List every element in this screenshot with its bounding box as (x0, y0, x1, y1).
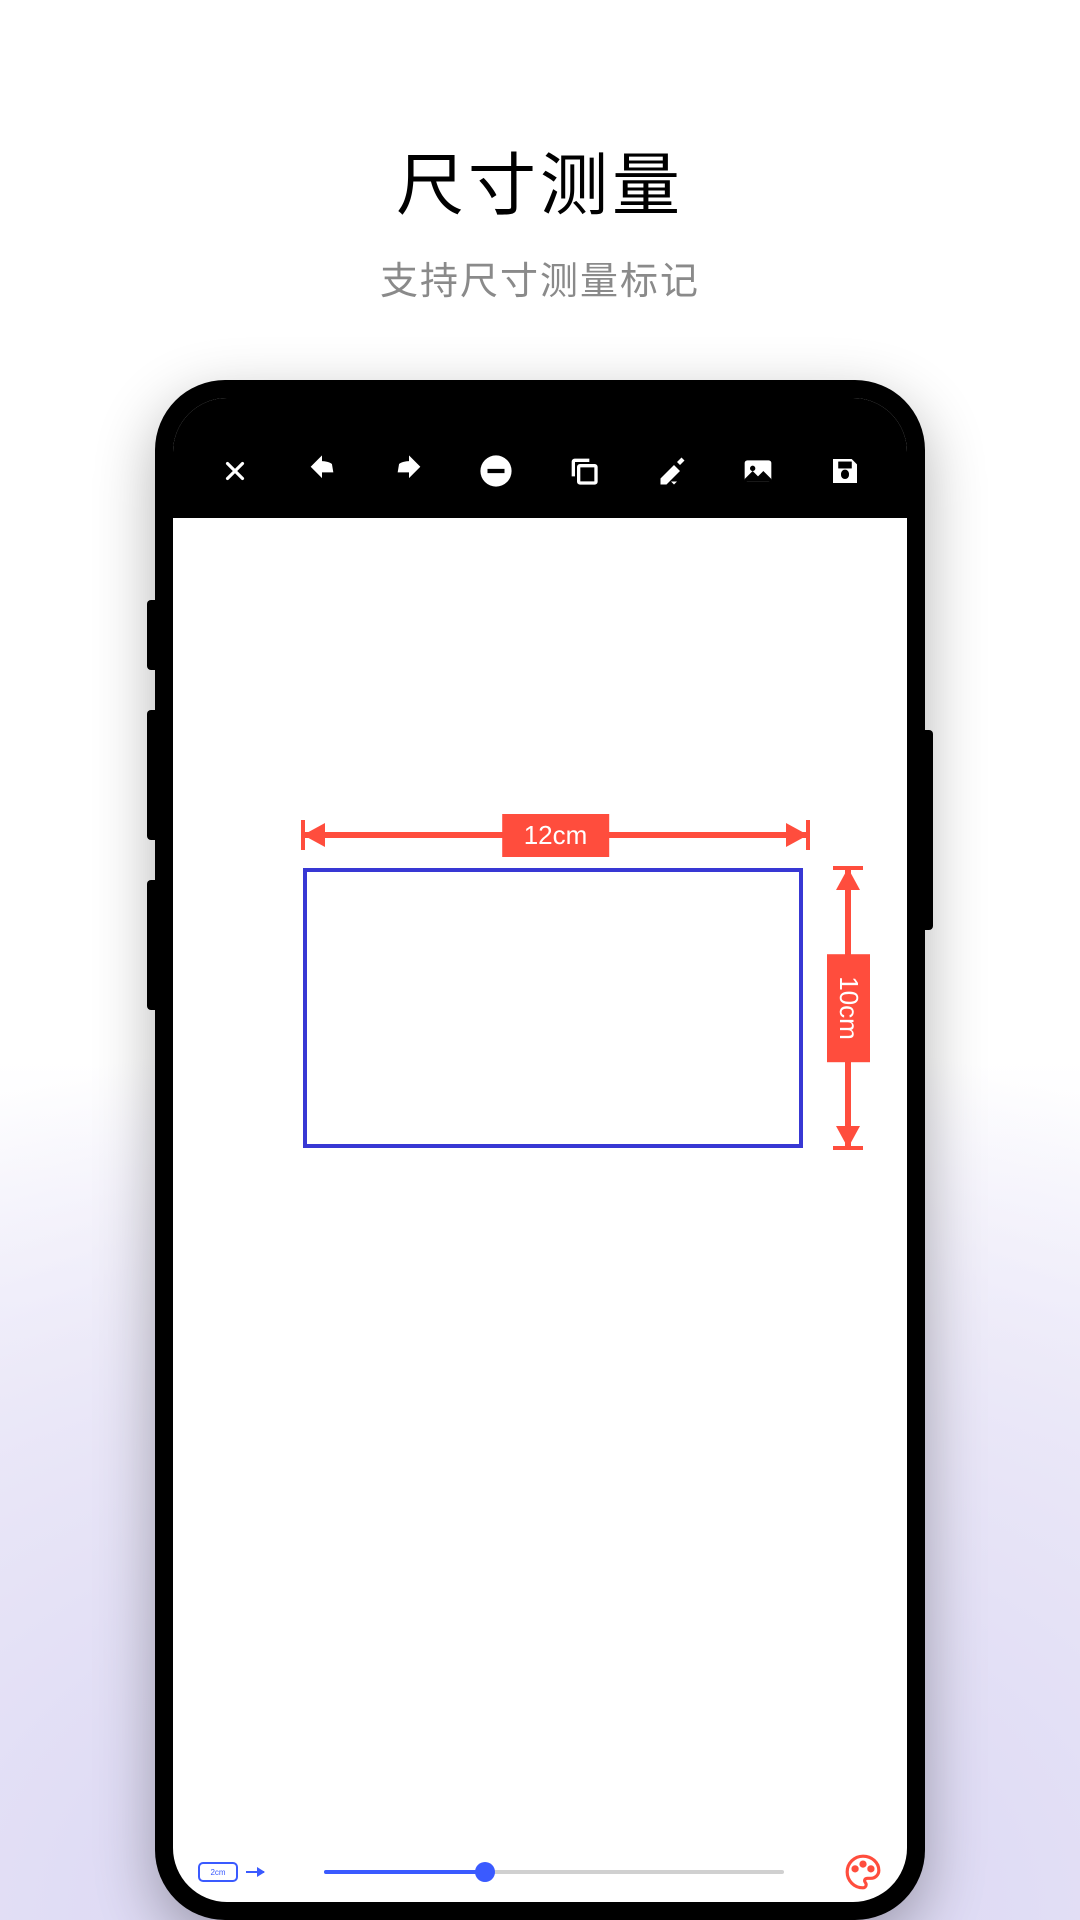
height-measurement-label[interactable]: 10cm (827, 954, 870, 1062)
save-icon[interactable] (826, 452, 864, 490)
color-palette-icon[interactable] (844, 1853, 882, 1891)
page-title: 尺寸测量 (0, 130, 1080, 229)
page-subtitle: 支持尺寸测量标记 (0, 250, 1080, 305)
image-icon[interactable] (739, 452, 777, 490)
vertical-dimension[interactable]: 10cm (833, 868, 863, 1148)
close-icon[interactable] (216, 452, 254, 490)
phone-physical-button (147, 710, 155, 840)
dimension-cap (833, 1146, 863, 1150)
slider-fill (324, 1870, 485, 1874)
arrow-right-icon (246, 1871, 264, 1873)
measured-rectangle[interactable] (303, 868, 803, 1148)
copy-icon[interactable] (565, 452, 603, 490)
redo-icon[interactable] (390, 452, 428, 490)
phone-physical-button (147, 600, 155, 670)
arrow-left-icon (303, 823, 325, 847)
minus-circle-icon[interactable] (477, 452, 515, 490)
dimension-cap (806, 820, 810, 850)
brush-clear-icon[interactable] (652, 452, 690, 490)
measure-tool-chip[interactable]: 2cm (198, 1862, 238, 1882)
arrow-up-icon (836, 868, 860, 890)
phone-screen: 12cm 10cm 2cm (173, 398, 907, 1902)
arrow-right-icon (786, 823, 808, 847)
horizontal-dimension[interactable]: 12cm (303, 820, 808, 850)
slider-thumb[interactable] (475, 1862, 495, 1882)
drawing-canvas[interactable]: 12cm 10cm (173, 518, 907, 1842)
width-measurement-label[interactable]: 12cm (502, 814, 610, 857)
phone-physical-button (925, 730, 933, 930)
bottom-toolbar: 2cm (173, 1842, 907, 1902)
size-slider[interactable] (324, 1870, 784, 1874)
phone-mockup: 12cm 10cm 2cm (155, 380, 925, 1920)
arrow-down-icon (836, 1126, 860, 1148)
app-toolbar (173, 398, 907, 518)
undo-icon[interactable] (303, 452, 341, 490)
phone-physical-button (147, 880, 155, 1010)
